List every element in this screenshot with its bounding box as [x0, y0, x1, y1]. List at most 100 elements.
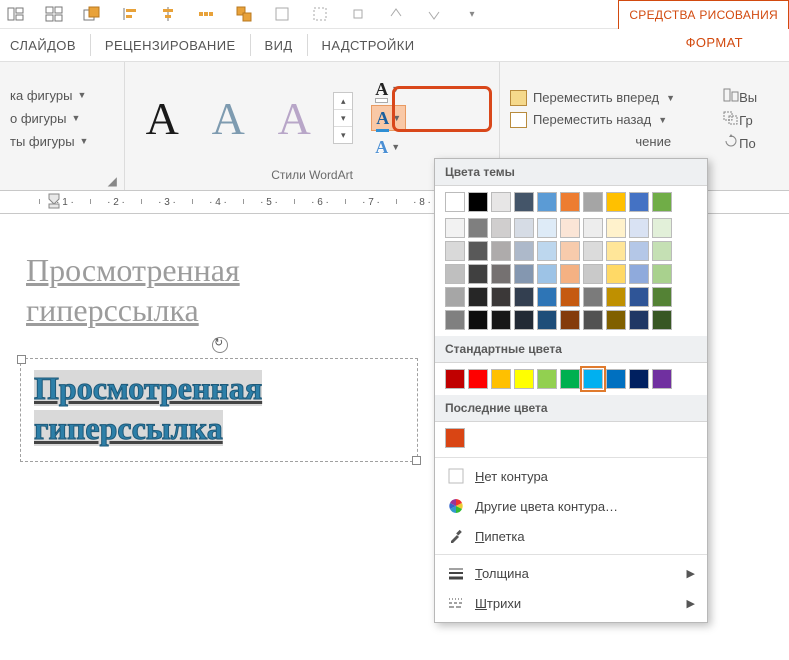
tab-view[interactable]: ВИД [265, 38, 293, 53]
color-swatch[interactable] [468, 310, 488, 330]
visited-hyperlink-text-2[interactable]: Просмотреннаягиперссылка [34, 368, 262, 448]
tab-addins[interactable]: НАДСТРОЙКИ [322, 38, 415, 53]
color-swatch[interactable] [629, 287, 649, 307]
contextual-tab-drawing-tools[interactable]: СРЕДСТВА РИСОВАНИЯ [618, 0, 789, 29]
color-swatch[interactable] [652, 218, 672, 238]
color-swatch[interactable] [537, 287, 557, 307]
color-swatch[interactable] [445, 192, 465, 212]
color-swatch[interactable] [491, 241, 511, 261]
color-swatch[interactable] [652, 241, 672, 261]
color-swatch[interactable] [514, 369, 534, 389]
qa-icon[interactable] [82, 4, 102, 24]
color-swatch[interactable] [514, 310, 534, 330]
no-outline-item[interactable]: Нет контура [435, 461, 707, 491]
color-swatch[interactable] [583, 264, 603, 284]
color-swatch[interactable] [537, 241, 557, 261]
color-swatch[interactable] [652, 287, 672, 307]
color-swatch[interactable] [560, 241, 580, 261]
color-swatch[interactable] [583, 310, 603, 330]
color-swatch[interactable] [560, 264, 580, 284]
wordart-gallery-more[interactable]: ▴▾▾ [333, 92, 353, 144]
color-swatch[interactable] [537, 264, 557, 284]
align-left-icon[interactable] [120, 4, 140, 24]
rotate-button-partial[interactable]: По [723, 134, 757, 151]
eyedropper-item[interactable]: Пипетка [435, 521, 707, 551]
color-swatch[interactable] [537, 218, 557, 238]
color-swatch[interactable] [491, 218, 511, 238]
color-swatch[interactable] [468, 369, 488, 389]
color-swatch[interactable] [560, 218, 580, 238]
color-swatch[interactable] [445, 428, 465, 448]
group-icon[interactable] [234, 4, 254, 24]
color-swatch[interactable] [514, 218, 534, 238]
color-swatch[interactable] [560, 369, 580, 389]
color-swatch[interactable] [629, 192, 649, 212]
dashes-submenu[interactable]: Штрихи▶ [435, 588, 707, 618]
color-swatch[interactable] [445, 287, 465, 307]
wordart-style-3[interactable]: А [267, 93, 321, 143]
qa-icon[interactable] [424, 4, 444, 24]
color-swatch[interactable] [652, 192, 672, 212]
color-swatch[interactable] [560, 310, 580, 330]
qa-icon[interactable] [272, 4, 292, 24]
more-outline-colors-item[interactable]: Другие цвета контура… [435, 491, 707, 521]
color-swatch[interactable] [606, 241, 626, 261]
send-backward-button[interactable]: Переместить назад▼ [510, 112, 675, 128]
text-fill-button[interactable]: A▼ [371, 77, 406, 101]
color-swatch[interactable] [560, 287, 580, 307]
distribute-icon[interactable] [196, 4, 216, 24]
color-swatch[interactable] [606, 264, 626, 284]
wordart-style-2[interactable]: А [201, 93, 255, 143]
color-swatch[interactable] [606, 310, 626, 330]
color-swatch[interactable] [629, 241, 649, 261]
wordart-style-1[interactable]: А [135, 93, 189, 143]
qa-more-icon[interactable]: ▾ [462, 4, 482, 24]
color-swatch[interactable] [606, 192, 626, 212]
color-swatch[interactable] [445, 264, 465, 284]
color-swatch[interactable] [468, 218, 488, 238]
tab-format[interactable]: ФОРМАТ [686, 35, 743, 50]
color-swatch[interactable] [491, 287, 511, 307]
color-swatch[interactable] [652, 310, 672, 330]
color-swatch[interactable] [445, 241, 465, 261]
qa-icon[interactable] [386, 4, 406, 24]
color-swatch[interactable] [514, 192, 534, 212]
shape-effects-button[interactable]: ты фигуры▼ [10, 134, 88, 149]
shape-fill-button[interactable]: ка фигуры▼ [10, 88, 88, 103]
color-swatch[interactable] [445, 218, 465, 238]
color-swatch[interactable] [468, 264, 488, 284]
color-swatch[interactable] [652, 369, 672, 389]
weight-submenu[interactable]: Толщина▶ [435, 558, 707, 588]
color-swatch[interactable] [514, 287, 534, 307]
group-button-partial[interactable]: Гр [723, 111, 757, 128]
text-outline-button[interactable]: A▼ [371, 105, 406, 131]
align-center-icon[interactable] [158, 4, 178, 24]
shape-outline-button[interactable]: о фигуры▼ [10, 111, 88, 126]
color-swatch[interactable] [537, 310, 557, 330]
color-swatch[interactable] [445, 369, 465, 389]
color-swatch[interactable] [583, 218, 603, 238]
qa-icon[interactable] [348, 4, 368, 24]
color-swatch[interactable] [652, 264, 672, 284]
qa-icon[interactable] [44, 4, 64, 24]
dialog-launcher-icon[interactable]: ◢ [106, 174, 118, 186]
color-swatch[interactable] [491, 264, 511, 284]
qa-icon[interactable] [310, 4, 330, 24]
color-swatch[interactable] [583, 287, 603, 307]
color-swatch[interactable] [491, 310, 511, 330]
bring-forward-button[interactable]: Переместить вперед▼ [510, 90, 675, 106]
color-swatch[interactable] [491, 369, 511, 389]
selection-pane-partial[interactable]: чение [510, 134, 675, 149]
color-swatch[interactable] [629, 264, 649, 284]
color-swatch[interactable] [583, 369, 603, 389]
tab-slides[interactable]: СЛАЙДОВ [10, 38, 76, 53]
color-swatch[interactable] [514, 241, 534, 261]
color-swatch[interactable] [583, 192, 603, 212]
text-effects-button[interactable]: A▼ [371, 135, 406, 159]
color-swatch[interactable] [629, 218, 649, 238]
color-swatch[interactable] [468, 192, 488, 212]
color-swatch[interactable] [629, 310, 649, 330]
qa-icon[interactable] [6, 4, 26, 24]
color-swatch[interactable] [445, 310, 465, 330]
tab-review[interactable]: РЕЦЕНЗИРОВАНИЕ [105, 38, 236, 53]
